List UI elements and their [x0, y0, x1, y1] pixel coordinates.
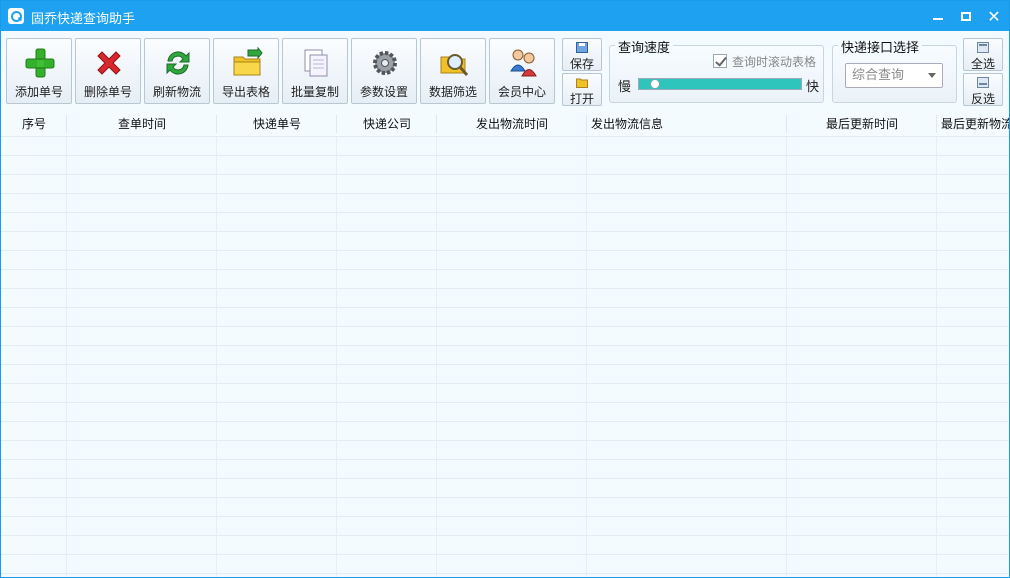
data-filter-label: 数据筛选 — [428, 85, 477, 99]
close-button[interactable]: ✕ — [979, 1, 1009, 31]
export-folder-icon — [233, 47, 263, 76]
column-header-last-update-time[interactable]: 最后更新时间 — [787, 111, 937, 137]
speed-slider-thumb[interactable] — [650, 79, 661, 89]
table-row[interactable] — [1, 365, 1009, 384]
invert-selection-icon — [977, 77, 989, 88]
app-logo-icon — [8, 8, 24, 24]
open-folder-icon — [576, 78, 588, 88]
refresh-icon — [166, 51, 190, 75]
table-row[interactable] — [1, 555, 1009, 574]
table-row[interactable] — [1, 422, 1009, 441]
copy-icon — [304, 49, 328, 77]
refresh-logistics-button[interactable]: 刷新物流 — [144, 38, 210, 104]
express-api-select[interactable]: 综合查询 — [845, 63, 943, 88]
minimize-icon — [933, 18, 943, 20]
data-filter-button[interactable]: 数据筛选 — [420, 38, 486, 104]
speed-slider[interactable] — [638, 78, 802, 90]
column-header-dispatch-info[interactable]: 发出物流信息 — [587, 111, 787, 137]
table-row[interactable] — [1, 270, 1009, 289]
add-icon — [25, 48, 55, 78]
member-center-label: 会员中心 — [497, 85, 546, 99]
maximize-button[interactable] — [951, 1, 981, 31]
chevron-down-icon — [928, 73, 936, 78]
table-row[interactable] — [1, 517, 1009, 536]
gear-icon — [373, 51, 397, 75]
table-row[interactable] — [1, 156, 1009, 175]
query-speed-title: 查询速度 — [615, 37, 674, 56]
column-gridline — [66, 137, 67, 577]
column-header-dispatch-time[interactable]: 发出物流时间 — [437, 111, 587, 137]
members-icon — [510, 49, 537, 77]
express-api-selected: 综合查询 — [852, 68, 905, 83]
column-header-tracking-number[interactable]: 快递单号 — [217, 111, 337, 137]
scroll-table-checkbox[interactable] — [713, 54, 727, 68]
column-header-query-time[interactable]: 查单时间 — [67, 111, 217, 137]
app-window: 固乔快递查询助手 ✕ 添加单号 删除单号 刷新物流 导出表格 批量复制 参数设置… — [0, 0, 1010, 578]
export-table-label: 导出表格 — [221, 85, 270, 99]
table-row[interactable] — [1, 194, 1009, 213]
invert-selection-label: 反选 — [970, 92, 995, 106]
table-row[interactable] — [1, 232, 1009, 251]
close-icon: ✕ — [987, 6, 1001, 26]
batch-copy-label: 批量复制 — [290, 85, 339, 99]
parameter-settings-button[interactable]: 参数设置 — [351, 38, 417, 104]
scroll-table-label: 查询时滚动表格 — [732, 55, 817, 69]
open-label: 打开 — [569, 92, 594, 106]
table-row[interactable] — [1, 251, 1009, 270]
title-bar[interactable]: 固乔快递查询助手 ✕ — [1, 1, 1009, 31]
delete-number-label: 删除单号 — [83, 85, 132, 99]
open-button[interactable]: 打开 — [562, 73, 602, 106]
save-icon — [576, 42, 588, 53]
invert-selection-button[interactable]: 反选 — [963, 73, 1003, 106]
save-button[interactable]: 保存 — [562, 38, 602, 71]
slow-label: 慢 — [618, 80, 632, 95]
maximize-icon — [961, 11, 971, 21]
refresh-logistics-label: 刷新物流 — [152, 85, 201, 99]
column-gridline — [436, 137, 437, 577]
select-all-button[interactable]: 全选 — [963, 38, 1003, 71]
minimize-button[interactable] — [923, 1, 953, 31]
delete-icon — [97, 51, 121, 75]
column-gridline — [936, 137, 937, 577]
table-row[interactable] — [1, 289, 1009, 308]
delete-number-button[interactable]: 删除单号 — [75, 38, 141, 104]
table-row[interactable] — [1, 460, 1009, 479]
member-center-button[interactable]: 会员中心 — [489, 38, 555, 104]
table-row[interactable] — [1, 403, 1009, 422]
add-number-button[interactable]: 添加单号 — [6, 38, 72, 104]
table-row[interactable] — [1, 213, 1009, 232]
table-row[interactable] — [1, 308, 1009, 327]
column-header-courier[interactable]: 快递公司 — [337, 111, 437, 137]
filter-search-icon — [440, 54, 469, 76]
parameter-settings-label: 参数设置 — [359, 85, 408, 99]
batch-copy-button[interactable]: 批量复制 — [282, 38, 348, 104]
column-gridline — [586, 137, 587, 577]
window-title: 固乔快递查询助手 — [31, 12, 136, 27]
table-row[interactable] — [1, 498, 1009, 517]
results-table[interactable]: 序号 查单时间 快递单号 快递公司 发出物流时间 发出物流信息 最后更新时间 最… — [1, 111, 1009, 577]
column-header-last-update-info[interactable]: 最后更新物流 — [937, 111, 1009, 137]
express-api-group: 快递接口选择 综合查询 — [832, 37, 957, 103]
column-gridline — [216, 137, 217, 577]
column-header-index[interactable]: 序号 — [1, 111, 67, 137]
table-row[interactable] — [1, 441, 1009, 460]
table-row[interactable] — [1, 175, 1009, 194]
table-row[interactable] — [1, 536, 1009, 555]
column-gridline — [786, 137, 787, 577]
express-api-title: 快递接口选择 — [838, 37, 923, 56]
select-all-label: 全选 — [970, 57, 995, 71]
table-row[interactable] — [1, 137, 1009, 156]
table-row[interactable] — [1, 346, 1009, 365]
query-speed-group: 查询速度 查询时滚动表格 慢 快 — [609, 37, 824, 103]
table-row[interactable] — [1, 384, 1009, 403]
table-row[interactable] — [1, 479, 1009, 498]
add-number-label: 添加单号 — [14, 85, 63, 99]
table-row[interactable] — [1, 327, 1009, 346]
fast-label: 快 — [806, 80, 820, 95]
save-label: 保存 — [569, 57, 594, 71]
export-table-button[interactable]: 导出表格 — [213, 38, 279, 104]
table-header: 序号 查单时间 快递单号 快递公司 发出物流时间 发出物流信息 最后更新时间 最… — [1, 111, 1009, 137]
column-gridline — [336, 137, 337, 577]
select-all-icon — [977, 42, 989, 53]
